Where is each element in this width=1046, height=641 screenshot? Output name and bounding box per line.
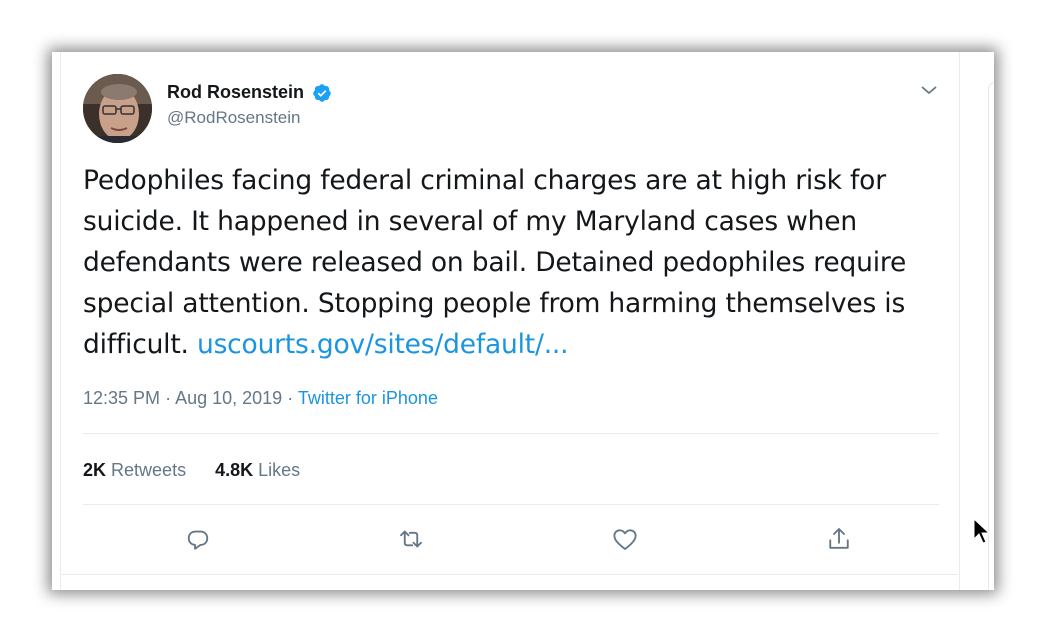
avatar-image xyxy=(83,74,152,143)
tweet-text: Pedophiles facing federal criminal charg… xyxy=(83,160,943,365)
next-tweet-divider xyxy=(60,574,958,575)
likes-stat[interactable]: 4.8K Likes xyxy=(215,460,300,481)
meta-separator: · xyxy=(287,388,294,408)
screenshot-frame: Rod Rosenstein @RodRosenstein Pedophiles… xyxy=(52,52,994,590)
mouse-cursor-icon xyxy=(973,517,991,544)
handle[interactable]: @RodRosenstein xyxy=(167,108,332,128)
divider xyxy=(83,504,939,505)
retweet-icon xyxy=(400,530,422,548)
meta-separator: · xyxy=(165,388,172,408)
avatar[interactable] xyxy=(83,74,152,143)
likes-label: Likes xyxy=(258,460,301,480)
divider xyxy=(83,433,939,434)
reply-icon xyxy=(187,530,209,550)
engagement-stats: 2K Retweets 4.8K Likes xyxy=(83,460,324,481)
tweet-meta: 12:35 PM · Aug 10, 2019 · Twitter for iP… xyxy=(83,388,438,409)
heart-icon xyxy=(613,529,637,550)
tweet-link[interactable]: uscourts.gov/sites/default/... xyxy=(197,329,569,360)
verified-badge-icon xyxy=(313,83,332,102)
tweet-time[interactable]: 12:35 PM xyxy=(83,388,160,408)
retweets-count: 2K xyxy=(83,460,107,480)
retweet-button[interactable] xyxy=(396,524,426,554)
tweet-source[interactable]: Twitter for iPhone xyxy=(298,388,438,408)
retweets-stat[interactable]: 2K Retweets xyxy=(83,460,186,481)
likes-count: 4.8K xyxy=(215,460,254,480)
action-bar xyxy=(61,524,959,554)
share-icon xyxy=(829,528,849,549)
display-name[interactable]: Rod Rosenstein xyxy=(167,82,304,103)
page: Rod Rosenstein @RodRosenstein Pedophiles… xyxy=(0,0,1046,641)
share-button[interactable] xyxy=(824,524,854,554)
reply-button[interactable] xyxy=(183,524,213,554)
tweet-date[interactable]: Aug 10, 2019 xyxy=(175,388,282,408)
author-block[interactable]: Rod Rosenstein @RodRosenstein xyxy=(167,82,332,128)
chevron-down-icon[interactable] xyxy=(919,82,939,98)
retweets-label: Retweets xyxy=(111,460,187,480)
tweet-card: Rod Rosenstein @RodRosenstein Pedophiles… xyxy=(60,52,960,590)
like-button[interactable] xyxy=(610,524,640,554)
sidebar-edge xyxy=(988,82,994,590)
